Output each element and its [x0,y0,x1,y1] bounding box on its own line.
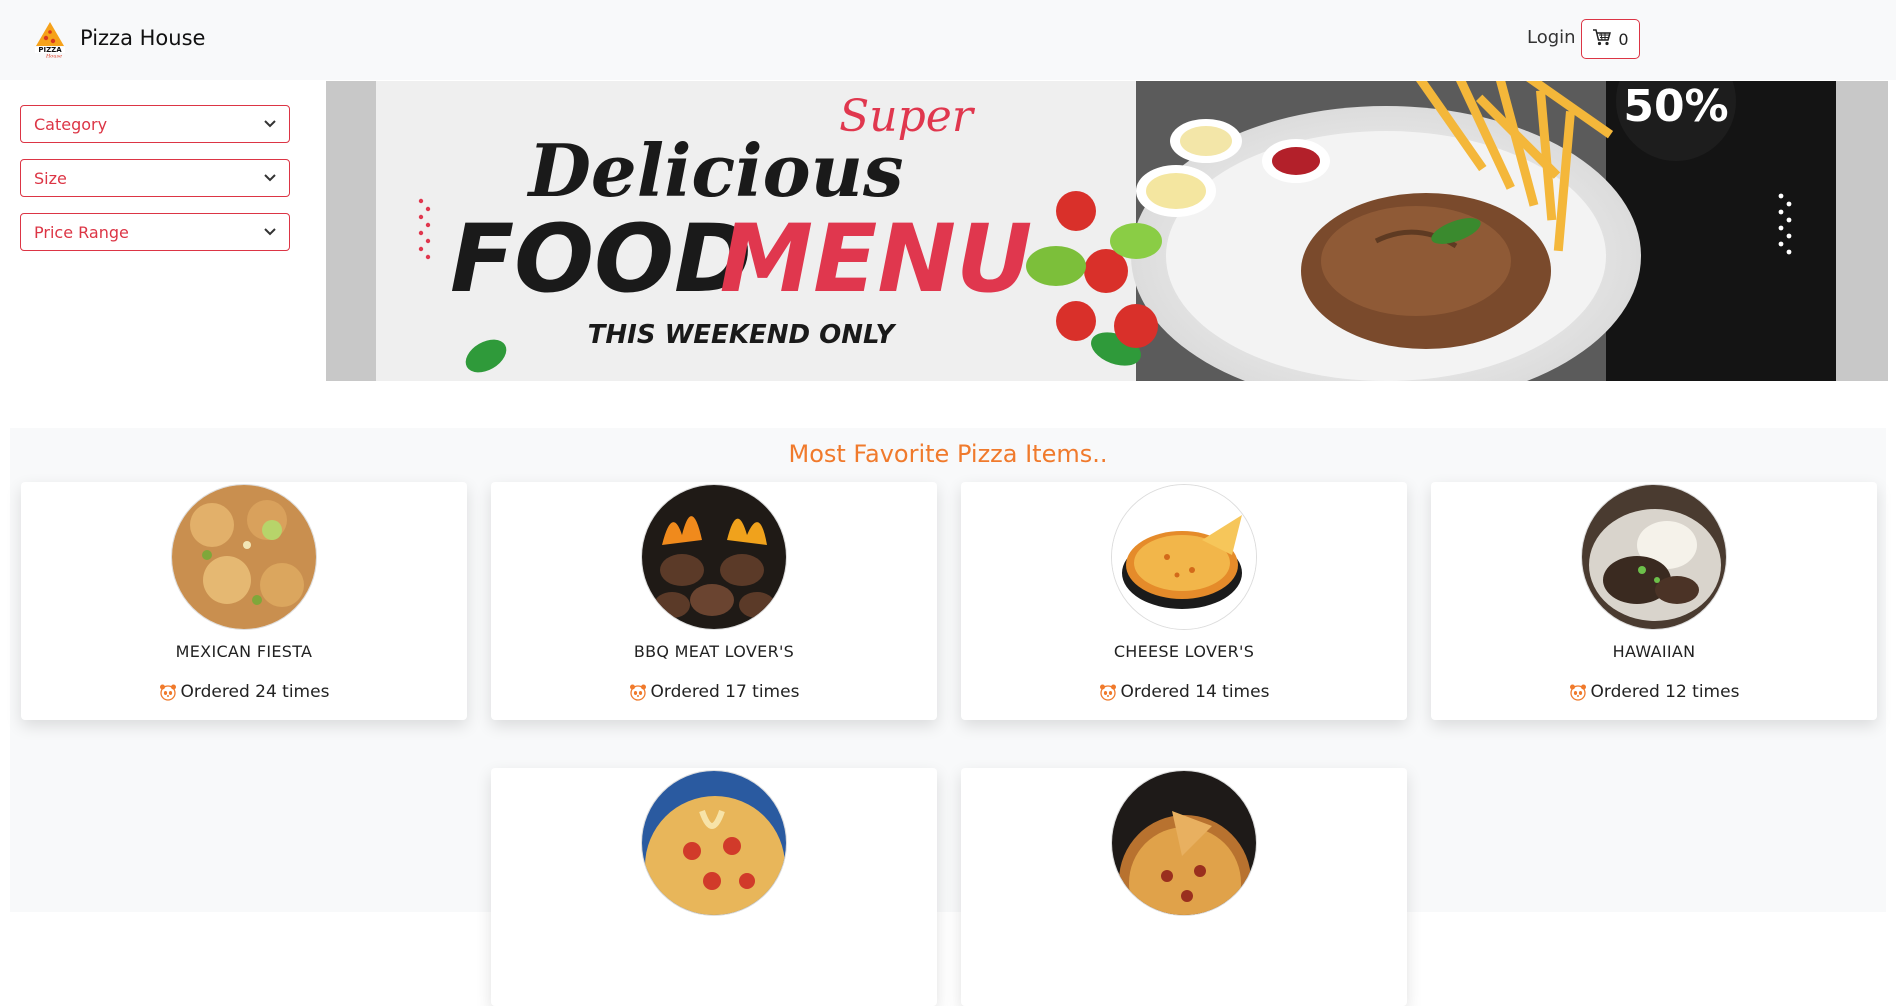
price-range-filter[interactable]: Price Range [20,213,290,251]
favorite-card-mexican-fiesta[interactable]: MEXICAN FIESTA Ordered 24 times [21,482,467,720]
order-count: Ordered 24 times [21,682,467,702]
cart-icon [1592,28,1612,50]
pizza-image [1111,484,1257,630]
favorites-section: Most Favorite Pizza Items.. MEXICAN FIES… [10,428,1886,1006]
pizza-image [641,484,787,630]
banner-weekend-text: THIS WEEKEND ONLY [588,320,898,350]
panda-icon [159,683,177,701]
order-count-text: Ordered 17 times [650,682,800,702]
favorite-card-bbq-meat-lovers[interactable]: BBQ MEAT LOVER'S Ordered 17 times [491,482,937,720]
category-filter-label: Category [34,114,108,134]
order-count-text: Ordered 24 times [180,682,330,702]
banner-image: Super Delicious FOOD MENU THIS WEEKEND O… [376,81,1836,381]
svg-text:House: House [45,54,62,59]
item-name: MEXICAN FIESTA [175,642,313,661]
favorite-card[interactable] [961,768,1407,1006]
login-link[interactable]: Login [1527,27,1576,48]
navbar: PIZZA House Pizza House Login 0 [0,0,1896,80]
chevron-down-icon [263,227,277,237]
chevron-down-icon [263,119,277,129]
price-range-filter-label: Price Range [34,222,129,242]
item-name: HAWAIIAN [1612,642,1696,661]
cart-button[interactable]: 0 [1581,19,1640,59]
pizza-image [1111,770,1257,916]
chevron-down-icon [263,173,277,183]
order-count: Ordered 14 times [961,682,1407,702]
pizza-image [641,770,787,916]
favorite-card-hawaiian[interactable]: HAWAIIAN Ordered 12 times [1431,482,1877,720]
panda-icon [1099,683,1117,701]
order-count: Ordered 12 times [1431,682,1877,702]
order-count: Ordered 17 times [491,682,937,702]
item-name: BBQ MEAT LOVER'S [633,642,795,661]
category-filter[interactable]: Category [20,105,290,143]
favorite-card-cheese-lovers[interactable]: CHEESE LOVER'S Ordered 14 times [961,482,1407,720]
promo-banner: Super Delicious FOOD MENU THIS WEEKEND O… [326,81,1888,381]
brand-name[interactable]: Pizza House [80,26,205,50]
panda-icon [1569,683,1587,701]
banner-discount-text: 50% [1623,81,1728,132]
cart-count: 0 [1618,29,1629,49]
size-filter-label: Size [34,168,67,188]
favorite-card[interactable] [491,768,937,1006]
banner-delicious-text: Delicious [526,128,903,213]
panda-icon [629,683,647,701]
banner-food-text: FOOD [450,205,752,314]
size-filter[interactable]: Size [20,159,290,197]
item-name: CHEESE LOVER'S [1113,642,1255,661]
favorites-title: Most Favorite Pizza Items.. [788,440,1108,468]
order-count-text: Ordered 12 times [1590,682,1740,702]
pizza-image [171,484,317,630]
banner-menu-text: MENU [720,205,1033,314]
pizza-logo-icon[interactable]: PIZZA House [32,20,68,60]
order-count-text: Ordered 14 times [1120,682,1270,702]
pizza-image [1581,484,1727,630]
